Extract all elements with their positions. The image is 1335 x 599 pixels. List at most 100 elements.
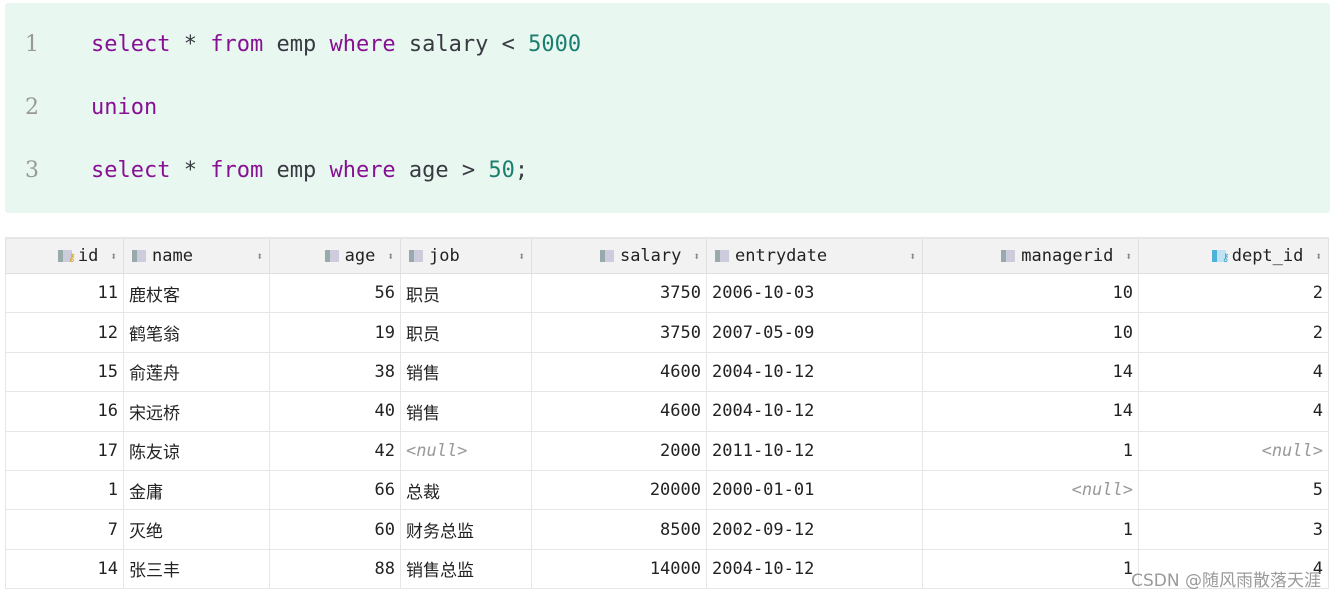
- column-icon: [407, 248, 425, 264]
- sort-icon[interactable]: ⬍: [256, 250, 263, 263]
- table-row[interactable]: 16 宋远桥 40 销售 4600 2004-10-12 14 4: [5, 391, 1329, 432]
- table-row[interactable]: 7 灭绝 60 财务总监 8500 2002-09-12 1 3: [5, 509, 1329, 550]
- table-row[interactable]: 1 金庸 66 总裁 20000 2000-01-01 <null> 5: [5, 469, 1329, 511]
- cell-managerid[interactable]: 1: [922, 509, 1139, 550]
- sort-icon[interactable]: ⬍: [518, 250, 525, 263]
- table-row[interactable]: 11 鹿杖客 56 职员 3750 2006-10-03 10 2: [5, 272, 1329, 314]
- cell-salary[interactable]: 14000: [531, 548, 707, 590]
- cell-salary[interactable]: 2000: [531, 430, 707, 471]
- cell-name[interactable]: 俞莲舟: [123, 351, 270, 393]
- cell-salary[interactable]: 4600: [531, 351, 707, 393]
- cell-name[interactable]: 鹿杖客: [123, 272, 270, 314]
- cell-dept_id[interactable]: 2: [1138, 312, 1329, 353]
- cell-salary[interactable]: 8500: [531, 509, 707, 550]
- cell-age[interactable]: 66: [269, 469, 401, 511]
- cell-entrydate[interactable]: 2004-10-12: [706, 548, 923, 590]
- cell-id[interactable]: 14: [5, 548, 124, 590]
- cell-managerid[interactable]: 10: [922, 312, 1139, 353]
- foreign-key-column-icon: ⚷: [1210, 248, 1230, 264]
- cell-id[interactable]: 11: [5, 272, 124, 314]
- cell-id[interactable]: 17: [5, 430, 124, 471]
- column-header-name[interactable]: name ⬍: [123, 237, 270, 274]
- cell-salary[interactable]: 4600: [531, 391, 707, 432]
- sort-icon[interactable]: ⬍: [110, 250, 117, 263]
- cell-job[interactable]: 销售总监: [400, 548, 532, 590]
- cell-managerid[interactable]: 1: [922, 430, 1139, 471]
- cell-dept_id[interactable]: 4: [1138, 391, 1329, 432]
- cell-dept_id[interactable]: <null>: [1138, 430, 1329, 471]
- cell-age[interactable]: 40: [269, 391, 401, 432]
- cell-dept_id[interactable]: 3: [1138, 509, 1329, 550]
- column-header-job[interactable]: job ⬍: [400, 237, 532, 274]
- line-number: 3: [25, 158, 39, 183]
- cell-age[interactable]: 60: [269, 509, 401, 550]
- table-row[interactable]: 14 张三丰 88 销售总监 14000 2004-10-12 1 4: [5, 548, 1329, 590]
- cell-managerid[interactable]: 14: [922, 351, 1139, 393]
- cell-job[interactable]: 销售: [400, 391, 532, 432]
- sort-icon[interactable]: ⬍: [387, 250, 394, 263]
- sql-code-block: 1 select * from emp where salary < 5000 2 u…: [5, 3, 1330, 213]
- column-header-age[interactable]: age ⬍: [269, 237, 401, 274]
- cell-entrydate[interactable]: 2004-10-12: [706, 391, 923, 432]
- column-label: entrydate: [735, 246, 828, 266]
- column-header-managerid[interactable]: managerid ⬍: [922, 237, 1139, 274]
- cell-job[interactable]: 销售: [400, 351, 532, 393]
- cell-entrydate[interactable]: 2000-01-01: [706, 469, 923, 511]
- code-token: emp: [263, 32, 330, 57]
- cell-age[interactable]: 88: [269, 548, 401, 590]
- cell-name[interactable]: 张三丰: [123, 548, 270, 590]
- table-row[interactable]: 12 鹤笔翁 19 职员 3750 2007-05-09 10 2: [5, 312, 1329, 353]
- cell-entrydate[interactable]: 2007-05-09: [706, 312, 923, 353]
- cell-dept_id[interactable]: 5: [1138, 469, 1329, 511]
- cell-age[interactable]: 56: [269, 272, 401, 314]
- cell-managerid[interactable]: 1: [922, 548, 1139, 590]
- cell-age[interactable]: 42: [269, 430, 401, 471]
- cell-entrydate[interactable]: 2006-10-03: [706, 272, 923, 314]
- column-header-dept_id[interactable]: ⚷ dept_id ⬍: [1138, 237, 1329, 274]
- cell-name[interactable]: 鹤笔翁: [123, 312, 270, 353]
- code-text: select * from emp where salary < 5000: [91, 30, 581, 60]
- cell-job[interactable]: 财务总监: [400, 509, 532, 550]
- cell-id[interactable]: 16: [5, 391, 124, 432]
- cell-managerid[interactable]: <null>: [922, 469, 1139, 511]
- cell-job[interactable]: 职员: [400, 312, 532, 353]
- code-text: union: [91, 93, 157, 123]
- column-icon: [713, 248, 731, 264]
- column-label: id: [77, 246, 99, 266]
- sort-icon[interactable]: ⬍: [1125, 250, 1132, 263]
- cell-job[interactable]: 总裁: [400, 469, 532, 511]
- cell-entrydate[interactable]: 2011-10-12: [706, 430, 923, 471]
- sort-icon[interactable]: ⬍: [693, 250, 700, 263]
- cell-id[interactable]: 7: [5, 509, 124, 550]
- cell-entrydate[interactable]: 2002-09-12: [706, 509, 923, 550]
- sort-icon[interactable]: ⬍: [1315, 250, 1322, 263]
- column-icon: [130, 248, 148, 264]
- cell-age[interactable]: 19: [269, 312, 401, 353]
- column-header-entrydate[interactable]: entrydate ⬍: [706, 237, 923, 274]
- cell-name[interactable]: 金庸: [123, 469, 270, 511]
- cell-job[interactable]: <null>: [400, 430, 532, 471]
- cell-dept_id[interactable]: 4: [1138, 351, 1329, 393]
- cell-salary[interactable]: 3750: [531, 312, 707, 353]
- column-header-id[interactable]: ⚷ id ⬍: [5, 237, 124, 274]
- cell-entrydate[interactable]: 2004-10-12: [706, 351, 923, 393]
- table-row[interactable]: 17 陈友谅 42 <null> 2000 2011-10-12 1 <null>: [5, 430, 1329, 471]
- cell-job[interactable]: 职员: [400, 272, 532, 314]
- table-row[interactable]: 15 俞莲舟 38 销售 4600 2004-10-12 14 4: [5, 351, 1329, 393]
- column-header-salary[interactable]: salary ⬍: [531, 237, 707, 274]
- cell-name[interactable]: 灭绝: [123, 509, 270, 550]
- cell-name[interactable]: 陈友谅: [123, 430, 270, 471]
- cell-name[interactable]: 宋远桥: [123, 391, 270, 432]
- cell-salary[interactable]: 20000: [531, 469, 707, 511]
- sort-icon[interactable]: ⬍: [909, 250, 916, 263]
- cell-salary[interactable]: 3750: [531, 272, 707, 314]
- cell-id[interactable]: 12: [5, 312, 124, 353]
- code-token: ;: [514, 158, 529, 183]
- cell-age[interactable]: 38: [269, 351, 401, 393]
- cell-dept_id[interactable]: 2: [1138, 272, 1329, 314]
- cell-managerid[interactable]: 10: [922, 272, 1139, 314]
- primary-key-column-icon: ⚷: [56, 248, 76, 264]
- cell-id[interactable]: 1: [5, 469, 124, 511]
- cell-id[interactable]: 15: [5, 351, 124, 393]
- cell-managerid[interactable]: 14: [922, 391, 1139, 432]
